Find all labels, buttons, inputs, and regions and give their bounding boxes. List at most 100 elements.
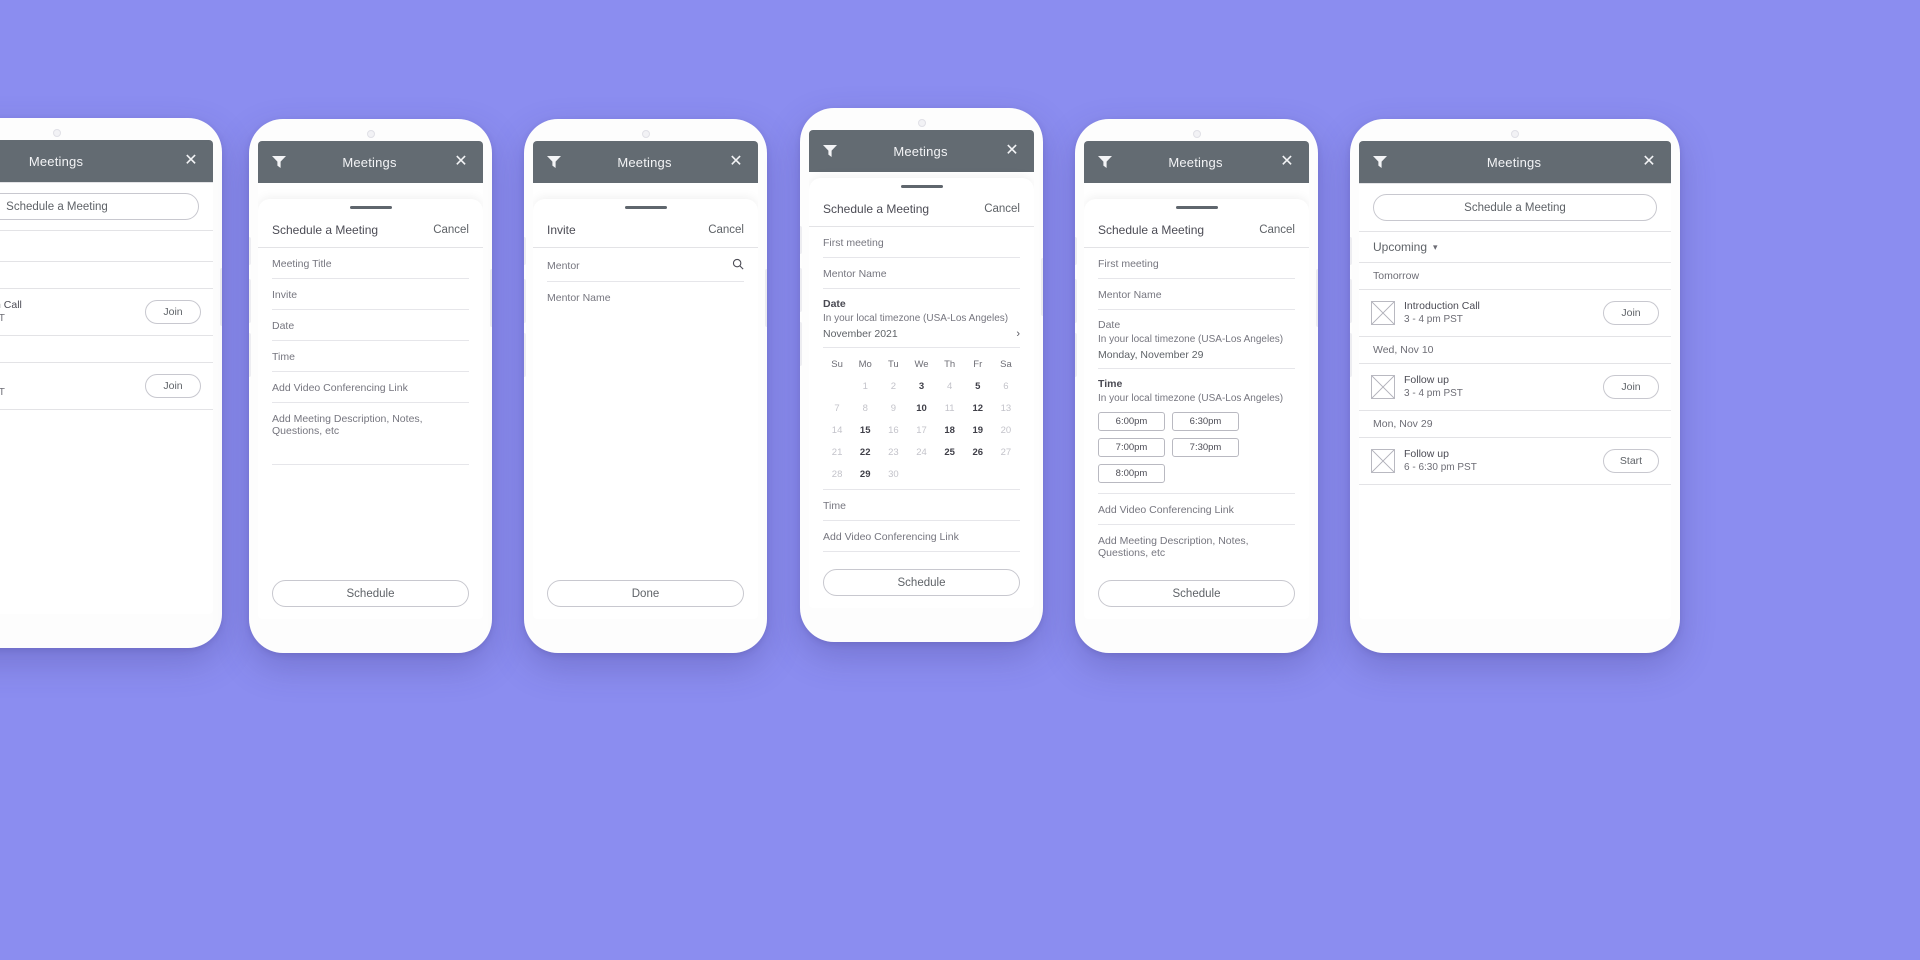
calendar-day-available[interactable]: 29 xyxy=(851,463,879,485)
selected-date-row[interactable]: Monday, November 29 xyxy=(1098,345,1295,369)
date-input[interactable]: Date xyxy=(272,310,469,341)
upcoming-filter[interactable]: Upcoming ▾ xyxy=(1359,232,1671,262)
time-slot-button[interactable]: 7:00pm xyxy=(1098,438,1165,457)
calendar-day-available[interactable]: 10 xyxy=(907,397,935,419)
close-icon[interactable]: ✕ xyxy=(1279,154,1295,170)
volume-down-button[interactable] xyxy=(249,333,251,377)
calendar-day-available[interactable]: 19 xyxy=(964,419,992,441)
close-icon[interactable]: ✕ xyxy=(183,153,199,169)
close-icon[interactable]: ✕ xyxy=(453,154,469,170)
time-input[interactable]: Time xyxy=(823,490,1020,521)
meeting-title-input[interactable]: Meeting Title xyxy=(272,248,469,279)
volume-up-button[interactable] xyxy=(1075,279,1077,323)
time-slot-button[interactable]: 8:00pm xyxy=(1098,464,1165,483)
volume-up-button[interactable] xyxy=(524,279,526,323)
cancel-button[interactable]: Cancel xyxy=(984,203,1020,215)
calendar-day-available[interactable]: 22 xyxy=(851,441,879,463)
invite-input[interactable]: Invite xyxy=(272,279,469,310)
chevron-right-icon[interactable]: › xyxy=(1016,328,1020,340)
mute-switch[interactable] xyxy=(524,237,526,265)
video-link-input[interactable]: Add Video Conferencing Link xyxy=(823,521,1020,552)
field-label: Add Meeting Description, Notes, Question… xyxy=(1098,535,1249,559)
power-button[interactable] xyxy=(220,268,222,326)
time-input[interactable]: Time xyxy=(272,341,469,372)
close-icon[interactable]: ✕ xyxy=(728,154,744,170)
volume-down-button[interactable] xyxy=(1350,333,1352,377)
list-item[interactable]: Follow up 6 - 6:30 pm PST Start xyxy=(1359,438,1671,484)
filter-icon[interactable] xyxy=(1373,156,1387,168)
volume-down-button[interactable] xyxy=(524,333,526,377)
cancel-button[interactable]: Cancel xyxy=(708,224,744,236)
schedule-a-meeting-button[interactable]: Schedule a Meeting xyxy=(0,193,199,220)
filter-icon[interactable] xyxy=(272,156,286,168)
calendar-day-available[interactable]: 18 xyxy=(936,419,964,441)
sheet-body: Meeting Title Invite Date Time Add Video… xyxy=(258,248,483,570)
calendar-week-row: 14 15 16 17 18 19 20 xyxy=(823,419,1020,441)
schedule-submit-button[interactable]: Schedule xyxy=(823,569,1020,596)
volume-up-button[interactable] xyxy=(800,268,802,312)
power-button[interactable] xyxy=(490,269,492,327)
calendar-day-disabled: 27 xyxy=(1000,446,1012,458)
notes-input[interactable]: Add Meeting Description, Notes, Question… xyxy=(823,552,1020,559)
cancel-button[interactable]: Cancel xyxy=(1259,224,1295,236)
mute-switch[interactable] xyxy=(800,226,802,254)
power-button[interactable] xyxy=(1316,269,1318,327)
sheet-header: Invite Cancel xyxy=(533,209,758,247)
calendar-day-available[interactable]: 15 xyxy=(851,419,879,441)
volume-up-button[interactable] xyxy=(249,279,251,323)
time-slot-button[interactable]: 7:30pm xyxy=(1172,438,1239,457)
calendar-day-available[interactable]: 5 xyxy=(964,375,992,397)
notes-input[interactable]: Add Meeting Description, Notes, Question… xyxy=(272,403,469,465)
schedule-a-meeting-button[interactable]: Schedule a Meeting xyxy=(1373,194,1657,221)
meeting-title-input[interactable]: First meeting xyxy=(823,227,1020,258)
join-button[interactable]: Join xyxy=(145,374,201,398)
join-button[interactable]: Join xyxy=(1603,301,1659,325)
join-button[interactable]: Join xyxy=(1603,375,1659,399)
cancel-button[interactable]: Cancel xyxy=(433,224,469,236)
meeting-title-input[interactable]: First meeting xyxy=(1098,248,1295,279)
schedule-meeting-sheet: Schedule a Meeting Cancel Meeting Title … xyxy=(258,199,483,619)
upcoming-filter[interactable]: Upcoming ▾ xyxy=(0,231,213,261)
join-button[interactable]: Join xyxy=(145,300,201,324)
calendar-day-available[interactable]: 25 xyxy=(936,441,964,463)
volume-down-button[interactable] xyxy=(1075,333,1077,377)
mute-switch[interactable] xyxy=(1350,237,1352,265)
month-selector[interactable]: November 2021 › xyxy=(823,324,1020,348)
time-slot-button[interactable]: 6:30pm xyxy=(1172,412,1239,431)
filter-icon[interactable] xyxy=(823,145,837,157)
calendar-day-available[interactable]: 3 xyxy=(907,375,935,397)
meeting-text: Follow up 6 - 6:30 pm PST xyxy=(1404,447,1594,475)
mute-switch[interactable] xyxy=(249,237,251,265)
filter-icon[interactable] xyxy=(1098,156,1112,168)
power-button[interactable] xyxy=(1041,258,1043,316)
close-icon[interactable]: ✕ xyxy=(1004,143,1020,159)
mentor-result-item[interactable]: Mentor Name xyxy=(547,282,744,312)
power-button[interactable] xyxy=(765,269,767,327)
mentor-search-input[interactable]: Mentor xyxy=(547,248,744,282)
notes-input[interactable]: Add Meeting Description, Notes, Question… xyxy=(1098,525,1295,570)
meeting-text: Follow up 3 - 4 pm PST xyxy=(1404,373,1594,401)
list-item[interactable]: Introduction Call 3 - 4 pm PST Join xyxy=(0,289,213,335)
schedule-submit-button[interactable]: Schedule xyxy=(1098,580,1295,607)
phone-2-schedule-empty: Meetings ✕ Schedule a Meeting Cancel Mee… xyxy=(249,119,492,653)
volume-up-button[interactable] xyxy=(1350,279,1352,323)
video-link-input[interactable]: Add Video Conferencing Link xyxy=(1098,494,1295,525)
start-button[interactable]: Start xyxy=(1603,449,1659,473)
search-icon[interactable] xyxy=(732,258,744,273)
list-item[interactable]: Follow up 3 - 4 pm PST Join xyxy=(0,363,213,409)
calendar-day-available[interactable]: 26 xyxy=(964,441,992,463)
video-link-input[interactable]: Add Video Conferencing Link xyxy=(272,372,469,403)
schedule-submit-button[interactable]: Schedule xyxy=(272,580,469,607)
invite-input[interactable]: Mentor Name xyxy=(1098,279,1295,310)
time-slot-button[interactable]: 6:00pm xyxy=(1098,412,1165,431)
list-item[interactable]: Follow up 3 - 4 pm PST Join xyxy=(1359,364,1671,410)
volume-down-button[interactable] xyxy=(800,322,802,366)
mute-switch[interactable] xyxy=(1075,237,1077,265)
close-icon[interactable]: ✕ xyxy=(1641,154,1657,170)
calendar-day-available[interactable]: 12 xyxy=(964,397,992,419)
list-item[interactable]: Introduction Call 3 - 4 pm PST Join xyxy=(1359,290,1671,336)
invite-input[interactable]: Mentor Name xyxy=(823,258,1020,289)
done-button[interactable]: Done xyxy=(547,580,744,607)
calendar[interactable]: Su Mo Tu We Th Fr Sa 1 2 3 4 5 6 7 8 9 10 11 12 13 14 15 16 17… xyxy=(823,348,1020,490)
filter-icon[interactable] xyxy=(547,156,561,168)
